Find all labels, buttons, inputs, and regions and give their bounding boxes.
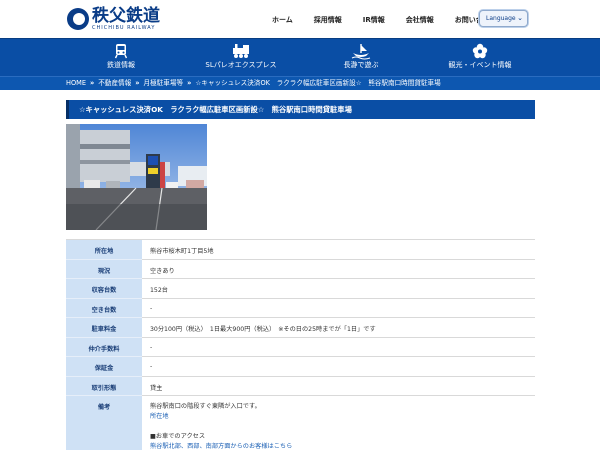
table-row: 駐車料金 30分100円（税込） 1日最大900円（税込） ※その日の25時まで… — [66, 317, 535, 338]
logo-text: 秩父鉄道 CHICHIBU RAILWAY — [92, 5, 160, 31]
car-access-link[interactable]: 熊谷駅北部、西部、南部方面からのお客様はこちら — [150, 442, 535, 450]
main-nav-sightseeing[interactable]: 観光・イベント情報 — [410, 43, 550, 73]
main-nav-sl-paleo[interactable]: SLパレオエクスプレス — [171, 43, 311, 73]
language-select[interactable]: Language ⌄ — [479, 10, 528, 27]
page-title: ☆キャッシュレス決済OK ラクラク幅広駐車区画新設☆ 熊谷駅南口時間貸駐車場 — [66, 100, 535, 119]
row-label-deposit: 保証金 — [66, 356, 142, 377]
logo-mark-icon — [67, 8, 89, 30]
nav-link-recruit[interactable]: 採用情報 — [314, 15, 342, 25]
table-row: 仲介手数料 - — [66, 337, 535, 357]
site-header: 秩父鉄道 CHICHIBU RAILWAY ホーム 採用情報 IR情報 会社情報… — [0, 0, 600, 38]
row-value-brokerage: - — [142, 337, 535, 357]
breadcrumb-separator-icon: » — [90, 79, 95, 87]
chevron-down-icon: ⌄ — [517, 14, 523, 22]
chichibu-railway-logo[interactable]: 秩父鉄道 CHICHIBU RAILWAY — [67, 6, 160, 32]
table-row: 空き台数 - — [66, 298, 535, 318]
address-map-link[interactable]: 所在地 — [150, 412, 535, 422]
remarks-spacer — [150, 422, 535, 432]
row-value-capacity: 152台 — [142, 278, 535, 299]
logo-title: 秩父鉄道 — [92, 5, 160, 26]
row-value-status: 空きあり — [142, 259, 535, 279]
row-label-remarks: 備考 — [66, 395, 142, 450]
row-label-capacity: 収容台数 — [66, 278, 142, 299]
row-value-deposit: - — [142, 356, 535, 377]
parking-lot-photo — [66, 124, 207, 230]
row-value-address: 熊谷市桜木町1丁目5地 — [142, 239, 535, 260]
table-row: 現況 空きあり — [66, 259, 535, 279]
remarks-entrance-text: 熊谷駅南口の階段すぐ東隣が入口です。 — [150, 403, 261, 410]
train-icon — [51, 43, 191, 60]
table-row: 取引形態 貸主 — [66, 376, 535, 396]
breadcrumb-home[interactable]: HOME — [66, 79, 86, 87]
main-nav-label: 鉄道情報 — [107, 61, 135, 69]
nav-link-company[interactable]: 会社情報 — [406, 15, 434, 25]
main-nav-label: SLパレオエクスプレス — [205, 61, 277, 69]
breadcrumb: HOME» 不動産情報» 月極駐車場等» ☆キャッシュレス決済OK ラクラク幅広駐車区… — [0, 76, 600, 90]
row-label-fee: 駐車料金 — [66, 317, 142, 338]
nav-link-home[interactable]: ホーム — [272, 15, 293, 25]
logo-subtitle: CHICHIBU RAILWAY — [92, 24, 156, 31]
language-select-label: Language — [486, 15, 516, 22]
breadcrumb-current: ☆キャッシュレス決済OK ラクラク幅広駐車区画新設☆ 熊谷駅南口時間貸駐車場 — [195, 79, 441, 87]
main-navigation: 鉄道情報 SLパレオエクスプレス 長瀞で遊ぶ 観光・イベント情報 — [0, 38, 600, 76]
table-row: 備考 熊谷駅南口の階段すぐ東隣が入口です。 所在地 ■お車でのアクセス 熊谷駅北… — [66, 395, 535, 450]
table-row: 所在地 熊谷市桜木町1丁目5地 — [66, 239, 535, 260]
main-nav-label: 観光・イベント情報 — [448, 61, 512, 69]
row-label-brokerage: 仲介手数料 — [66, 337, 142, 357]
flower-icon — [410, 43, 550, 60]
steam-locomotive-icon — [171, 43, 311, 60]
breadcrumb-separator-icon: » — [135, 79, 140, 87]
row-value-vacancies: - — [142, 298, 535, 318]
breadcrumb-monthly-parking[interactable]: 月極駐車場等 — [144, 79, 184, 87]
nav-link-ir[interactable]: IR情報 — [363, 15, 385, 25]
table-row: 保証金 - — [66, 356, 535, 377]
row-value-remarks: 熊谷駅南口の階段すぐ東隣が入口です。 所在地 ■お車でのアクセス 熊谷駅北部、西… — [142, 395, 535, 450]
main-nav-railway-info[interactable]: 鉄道情報 — [51, 43, 191, 73]
breadcrumb-real-estate[interactable]: 不動産情報 — [98, 79, 131, 87]
row-label-transaction-type: 取引形態 — [66, 376, 142, 396]
row-label-address: 所在地 — [66, 239, 142, 260]
breadcrumb-separator-icon: » — [187, 79, 192, 87]
car-access-heading: ■お車でのアクセス — [150, 433, 206, 440]
parking-details-table: 所在地 熊谷市桜木町1丁目5地 現況 空きあり 収容台数 152台 空き台数 -… — [66, 239, 535, 450]
row-label-vacancies: 空き台数 — [66, 298, 142, 318]
row-value-fee: 30分100円（税込） 1日最大900円（税込） ※その日の25時までが「1日」… — [142, 317, 535, 338]
row-value-transaction-type: 貸主 — [142, 376, 535, 396]
row-label-status: 現況 — [66, 259, 142, 279]
table-row: 収容台数 152台 — [66, 278, 535, 299]
